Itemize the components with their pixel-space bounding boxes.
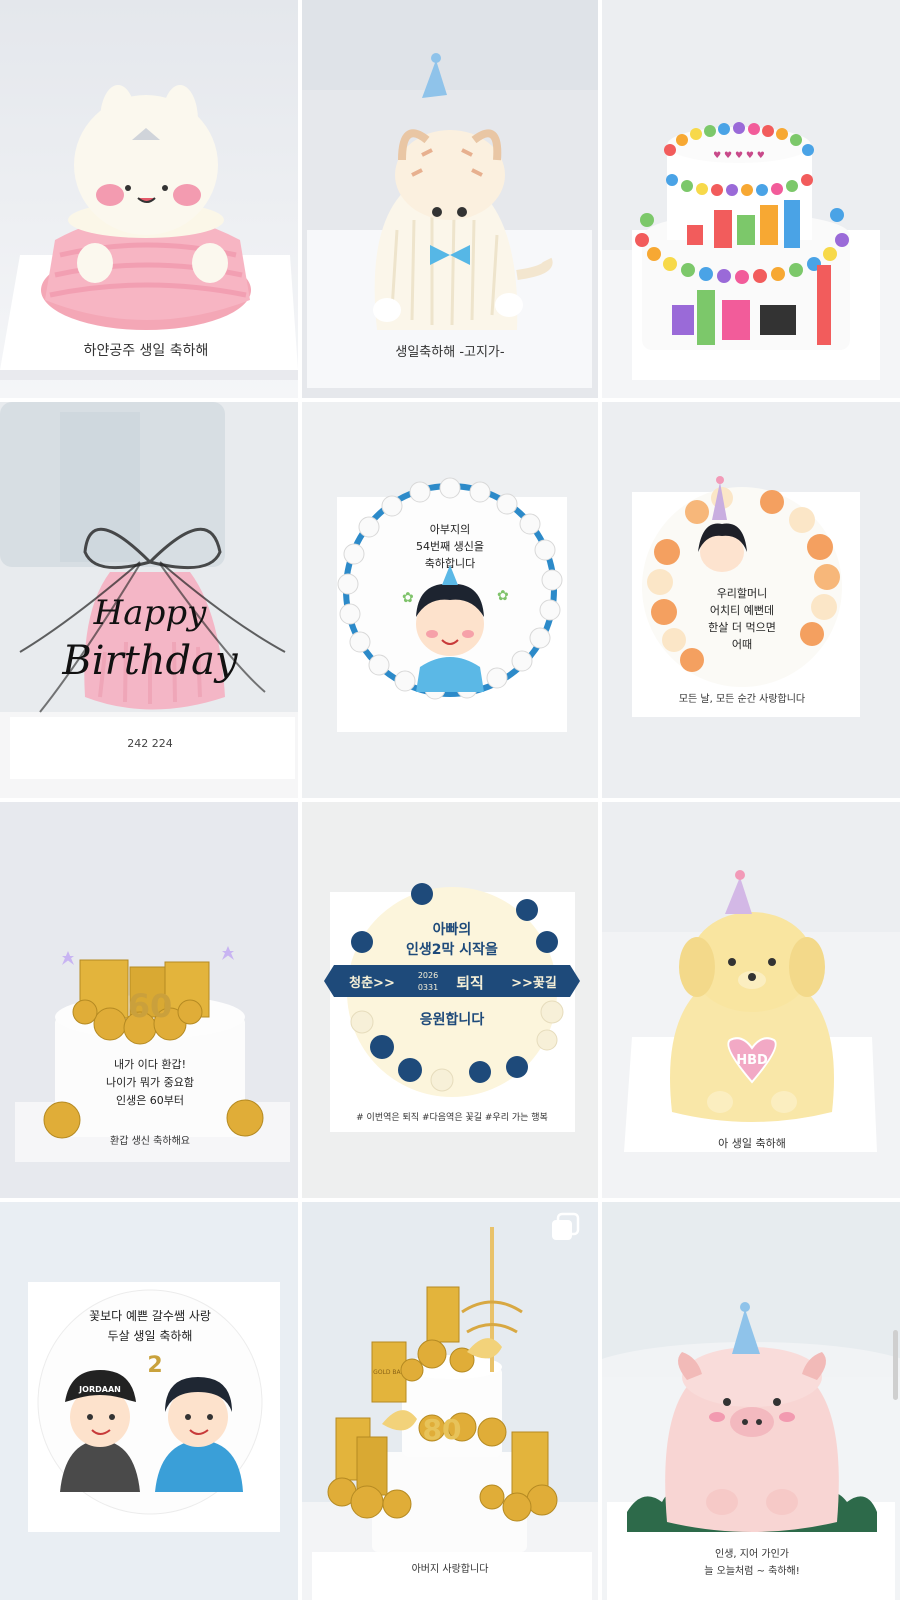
post-thumbnail-couple[interactable]: 꽃보다 예쁜 갈수쌤 사랑 두살 생일 축하해 2 JORDAAN: [0, 1202, 298, 1600]
couple-line1: 꽃보다 예쁜 갈수쌤 사랑: [89, 1309, 211, 1323]
couple-line2: 두살 생일 축하해: [108, 1329, 193, 1343]
ribbon-year: 2026: [418, 971, 438, 980]
ribbon-right: >>꽃길: [511, 976, 557, 991]
post-thumbnail-gold-60[interactable]: 60 내가 이다 환갑! 나이가 뭐가 중요함 인생은 60부터 환갑 생신 축…: [0, 802, 298, 1198]
svg-text:✿: ✿: [402, 590, 414, 606]
ribbon-middle: 퇴직: [456, 974, 484, 992]
retirement-line1: 아빠의: [433, 921, 472, 938]
gold-80-footer: 아버지 사랑합니다: [412, 1563, 489, 1575]
ribbon-left: 청춘>>: [349, 975, 395, 991]
post-thumbnail-grandma[interactable]: 우리할머니 어치티 예뻔데 한살 더 먹으면 어때 모든 날, 모든 순간 사랑…: [602, 402, 900, 798]
happy-birthday-cake-image: Happy Birthday 242 224: [0, 402, 298, 798]
cat-cake-message: 생일축하해 -고지가-: [395, 345, 505, 360]
post-thumbnail-dad-54[interactable]: 아부지의 54번째 생신을 축하합니다 ✿ ✿: [302, 402, 598, 798]
gold-60-line2: 나이가 뭐가 중요함: [106, 1076, 194, 1089]
post-thumbnail-pig[interactable]: 인생, 지어 가인가 늘 오늘처럼 ~ 축하해!: [602, 1202, 900, 1600]
pig-line1: 인생, 지어 가인가: [715, 1548, 789, 1560]
scrollbar[interactable]: [893, 1330, 898, 1400]
gold-bar-label: GOLD BAR: [373, 1369, 405, 1376]
topper-happy: Happy: [93, 593, 207, 633]
cat-cake-image: 생일축하해 -고지가-: [302, 0, 598, 398]
retirement-cake-image: 아빠의 인생2막 시작을 청춘>> 2026 0331 퇴직 >>꽃길 응원합니…: [302, 802, 598, 1198]
retirement-footer: # 이번역은 퇴직 #다음역은 꽃길 #우리 가는 행복: [356, 1111, 548, 1123]
puppy-heart-label: HBD: [736, 1053, 768, 1068]
puppy-cake-image: HBD 아 생일 축하해: [602, 802, 900, 1198]
ribbon-date: 0331: [418, 983, 438, 992]
grandma-line1: 우리할머니: [717, 587, 768, 600]
post-thumbnail-retirement[interactable]: 아빠의 인생2막 시작을 청춘>> 2026 0331 퇴직 >>꽃길 응원합니…: [302, 802, 598, 1198]
rabbit-cake-message: 하얀공주 생일 축하해: [84, 343, 209, 359]
puppy-message: 아 생일 축하해: [718, 1136, 786, 1150]
gold-60-line3: 인생은 60부터: [116, 1094, 184, 1107]
number-topper-60: 60: [128, 987, 173, 1025]
couple-portrait-cake-image: 꽃보다 예쁜 갈수쌤 사랑 두살 생일 축하해 2 JORDAAN: [0, 1202, 298, 1600]
rabbit-cake-image: 하얀공주 생일 축하해: [0, 0, 298, 398]
couple-cap-text: JORDAAN: [78, 1385, 121, 1394]
pig-cake-image: 인생, 지어 가인가 늘 오늘처럼 ~ 축하해!: [602, 1202, 900, 1600]
post-thumbnail-rabbit[interactable]: 하얀공주 생일 축하해: [0, 0, 298, 398]
post-thumbnail-cat[interactable]: 생일축하해 -고지가-: [302, 0, 598, 398]
happy-birthday-caption: 242 224: [127, 737, 173, 750]
number-topper-80: 80: [423, 1413, 462, 1446]
gold-60-footer: 환갑 생신 축하해요: [110, 1134, 190, 1147]
grandma-line3: 한살 더 먹으면: [708, 621, 776, 634]
post-thumbnail-numberblocks[interactable]: ♥ ♥ ♥ ♥ ♥: [602, 0, 900, 398]
dad-portrait-cake-image: 아부지의 54번째 생신을 축하합니다 ✿ ✿: [302, 402, 598, 798]
gold-tower-cake-image: GOLD BAR 80 아버지 사랑합니다: [302, 1202, 598, 1600]
topper-birthday: Birthday: [61, 638, 239, 684]
grandma-footer: 모든 날, 모든 순간 사랑합니다: [679, 693, 805, 705]
svg-text:♥ ♥ ♥ ♥ ♥: ♥ ♥ ♥ ♥ ♥: [713, 151, 765, 161]
numberblocks-cake-image: ♥ ♥ ♥ ♥ ♥: [602, 0, 900, 398]
gold-60-line1: 내가 이다 환갑!: [114, 1058, 186, 1071]
pig-line2: 늘 오늘처럼 ~ 축하해!: [704, 1564, 800, 1577]
grandma-flower-cake-image: 우리할머니 어치티 예뻔데 한살 더 먹으면 어때 모든 날, 모든 순간 사랑…: [602, 402, 900, 798]
couple-number: 2: [147, 1353, 162, 1378]
post-thumbnail-gold-80[interactable]: GOLD BAR 80 아버지 사랑합니다: [302, 1202, 598, 1600]
post-grid: 하얀공주 생일 축하해 생일축하해 -고지가- ♥ ♥ ♥ ♥ ♥ Happy …: [0, 0, 900, 1600]
retirement-line2: 인생2막 시작을: [406, 941, 498, 958]
dad-cake-line2: 54번째 생신을: [416, 540, 484, 553]
post-thumbnail-happy-birthday[interactable]: Happy Birthday 242 224: [0, 402, 298, 798]
post-thumbnail-puppy[interactable]: HBD 아 생일 축하해: [602, 802, 900, 1198]
dad-cake-line1: 아부지의: [430, 523, 470, 536]
retirement-line3: 응원합니다: [420, 1011, 485, 1028]
carousel-multiple-icon: [550, 1212, 580, 1242]
grandma-line4: 어때: [732, 638, 752, 651]
gold-bar-cake-image: 60 내가 이다 환갑! 나이가 뭐가 중요함 인생은 60부터 환갑 생신 축…: [0, 802, 298, 1198]
svg-text:✿: ✿: [497, 588, 509, 604]
grandma-line2: 어치티 예뻔데: [710, 604, 774, 617]
